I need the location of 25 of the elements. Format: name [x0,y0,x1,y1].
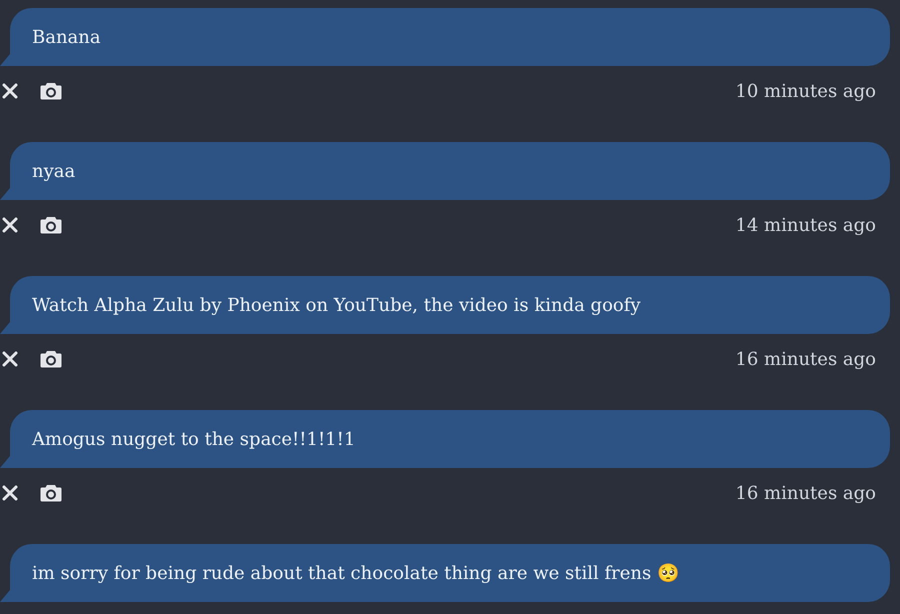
message-bubble: nyaa [0,142,890,200]
camera-button[interactable] [40,350,62,368]
close-icon [2,485,18,501]
message-bubble: Amogus nugget to the space!!1!1!1 [0,410,890,468]
close-button[interactable] [2,217,18,233]
camera-button[interactable] [40,216,62,234]
message-bubble: Banana [0,8,890,66]
timestamp: 16 minutes ago [735,482,876,504]
message-bubble: Watch Alpha Zulu by Phoenix on YouTube, the video is kinda goofy [0,276,890,334]
camera-icon [40,82,62,100]
close-button[interactable] [2,485,18,501]
camera-icon [40,216,62,234]
timestamp: 14 minutes ago [735,214,876,236]
close-icon [2,83,18,99]
close-icon [2,351,18,367]
close-button[interactable] [2,83,18,99]
message-bubble: im sorry for being rude about that chocolate thing are we still frens 🥺 [0,544,890,602]
timestamp: 16 minutes ago [735,348,876,370]
camera-icon [40,350,62,368]
timestamp: 10 minutes ago [735,80,876,102]
camera-button[interactable] [40,82,62,100]
close-icon [2,217,18,233]
close-button[interactable] [2,351,18,367]
camera-button[interactable] [40,484,62,502]
camera-icon [40,484,62,502]
